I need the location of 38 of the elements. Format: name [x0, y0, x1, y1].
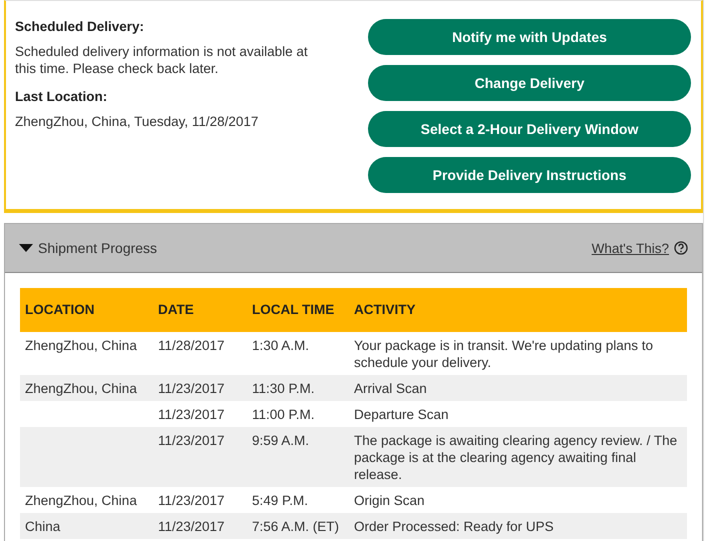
action-button[interactable]: Select a 2-Hour Delivery Window: [368, 111, 691, 147]
location-text: ZhengZhou, China, Tuesday, 11/28/2017: [15, 113, 260, 130]
table-cell: 11:00 P.M.: [247, 401, 349, 427]
action-button[interactable]: Change Delivery: [368, 65, 691, 101]
table-cell: ZhengZhou, China: [20, 487, 153, 513]
table-cell: 11/28/2017: [153, 332, 247, 375]
panel-title: Shipment Progress: [38, 240, 158, 256]
section-label: Last Location:: [15, 89, 108, 104]
column-header: DATE: [153, 288, 247, 332]
table-cell: 11/23/2017: [153, 375, 247, 401]
action-button[interactable]: Notify me with Updates: [368, 19, 691, 55]
section-label: Scheduled Delivery:: [15, 19, 146, 34]
table-cell: Arrival Scan: [349, 375, 687, 401]
help-icon[interactable]: [674, 241, 688, 255]
table-cell: China: [20, 513, 153, 539]
table-cell: Your package is in transit. We're updating plans to schedule your delivery.: [349, 332, 687, 375]
table-cell: Departure Scan: [349, 401, 687, 427]
table-cell: 11/23/2017: [153, 513, 247, 539]
table-cell: 11/23/2017: [153, 487, 247, 513]
delivery-message: Scheduled delivery information is not available at this time. Please check back later.: [15, 43, 309, 77]
table-cell: 11/23/2017: [153, 401, 247, 427]
table-cell: 7:56 A.M. (ET): [247, 513, 349, 539]
table-cell: The package is awaiting clearing agency review. / The package is at the clearing agency awaiting final release.: [349, 427, 687, 487]
table-cell: ZhengZhou, China: [20, 332, 153, 375]
action-button[interactable]: Provide Delivery Instructions: [368, 157, 691, 193]
column-header: ACTIVITY: [349, 288, 687, 332]
caret-down-icon[interactable]: [19, 243, 33, 253]
column-header: LOCATION: [20, 288, 153, 332]
table-cell: Order Processed: Ready for UPS: [349, 513, 687, 539]
table-cell: Origin Scan: [349, 487, 687, 513]
table-cell: 5:49 P.M.: [247, 487, 349, 513]
column-header: LOCAL TIME: [247, 288, 349, 332]
table-cell: ZhengZhou, China: [20, 375, 153, 401]
table-cell: 9:59 A.M.: [247, 427, 349, 487]
table-cell: 11:30 P.M.: [247, 375, 349, 401]
table-cell: 11/23/2017: [153, 427, 247, 487]
table-cell: 1:30 A.M.: [247, 332, 349, 375]
help-link[interactable]: What's This?: [592, 240, 669, 256]
